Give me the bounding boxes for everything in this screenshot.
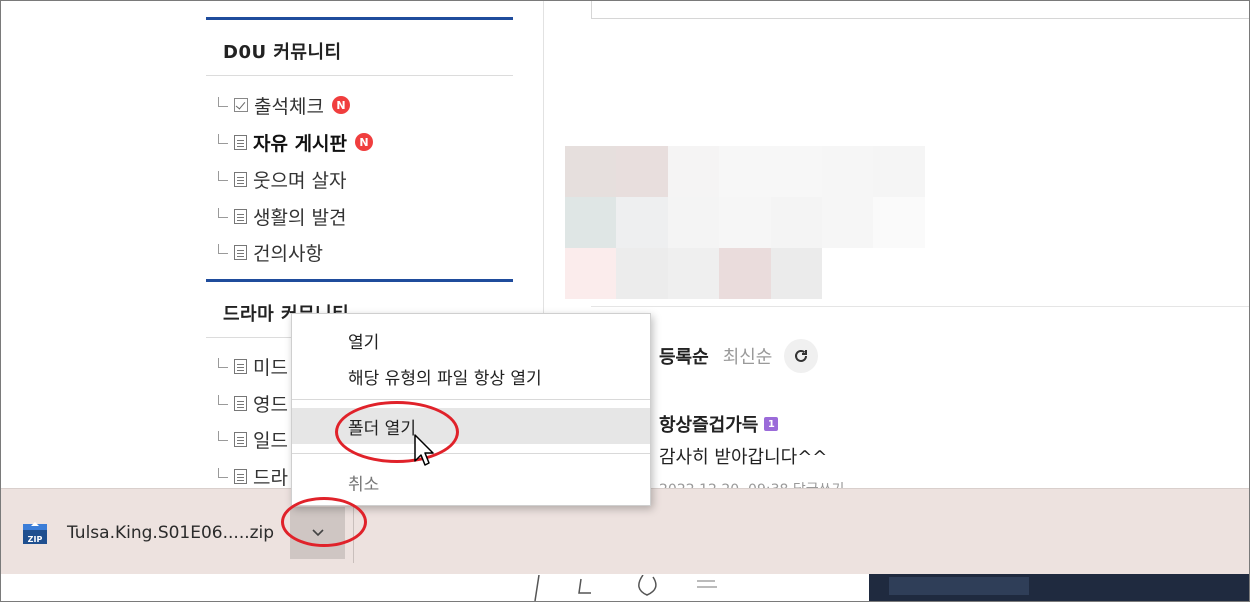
thumbnail-pixel-block [667, 197, 720, 248]
sidebar-item-us-drama[interactable]: 미드 [218, 353, 288, 379]
background-image-strip [1, 573, 1249, 601]
blurred-thumbnail [565, 146, 925, 299]
mouse-pointer-icon [414, 434, 434, 466]
menu-item-open[interactable]: 열기 [292, 322, 650, 358]
comment-author-name: 항상즐겁가득 [659, 415, 759, 436]
refresh-button[interactable] [784, 339, 819, 373]
sidebar-item-label: 웃으며 살자 [253, 169, 347, 192]
refresh-icon [795, 349, 808, 362]
thumbnail-pixel-block [616, 146, 668, 197]
sort-by-latest[interactable]: 최신순 [723, 343, 773, 369]
menu-separator [292, 399, 650, 400]
thumbnail-pixel-block [770, 248, 822, 299]
sidebar-item-label: 드라 [253, 466, 288, 489]
content-divider [591, 306, 1249, 307]
download-context-menu: 열기 해당 유형의 파일 항상 열기 폴더 열기 취소 [291, 313, 651, 506]
section-rule [206, 17, 513, 20]
sidebar-item-label: 미드 [253, 356, 288, 379]
thumbnail-pixel-block [873, 197, 925, 248]
menu-separator [292, 453, 650, 454]
dark-image-region [869, 573, 1249, 601]
sidebar-item-free-board[interactable]: 자유 게시판 N [218, 129, 374, 155]
menu-item-always-open-type[interactable]: 해당 유형의 파일 항상 열기 [292, 358, 650, 394]
sidebar-item-label: 생활의 발견 [253, 206, 347, 229]
tree-branch-icon [218, 171, 228, 181]
comment-sort-bar: 등록순 최신순 [659, 339, 819, 373]
comment-author[interactable]: 항상즐겁가득 1 [659, 411, 779, 437]
document-icon [234, 208, 247, 224]
menu-item-cancel[interactable]: 취소 [292, 464, 650, 500]
thumbnail-pixel-block [770, 197, 822, 248]
tree-branch-icon [218, 431, 228, 441]
tree-branch-icon [218, 134, 228, 144]
new-badge: N [331, 96, 350, 114]
thumbnail-pixel-block [770, 146, 822, 197]
tree-branch-icon [218, 208, 228, 218]
sidebar-item-label: 자유 게시판 [253, 132, 348, 155]
thumbnail-pixel-block [565, 248, 617, 299]
tree-branch-icon [218, 97, 228, 107]
thumbnail-pixel-block [719, 197, 771, 248]
comment-text: 감사히 받아갑니다^^ [659, 447, 828, 468]
sidebar-item-label: 건의사항 [253, 242, 323, 265]
checkbox-icon [234, 98, 248, 112]
tree-branch-icon [218, 468, 228, 478]
thumbnail-pixel-block [719, 146, 771, 197]
thumbnail-pixel-block [616, 248, 668, 299]
thumbnail-pixel-block [565, 197, 617, 248]
sidebar-item-label: 일드 [253, 429, 288, 452]
sidebar-item-label: 출석체크 [254, 95, 324, 118]
sidebar-item-jp-drama[interactable]: 일드 [218, 426, 288, 452]
download-filename[interactable]: Tulsa.King.S01E06.....zip [67, 523, 274, 543]
thumbnail-pixel-block [565, 146, 617, 197]
thumbnail-pixel-block [667, 146, 720, 197]
thumbnail-pixel-block [821, 197, 874, 248]
tree-branch-icon [218, 395, 228, 405]
level-badge: 1 [764, 417, 779, 431]
svg-text:ZIP: ZIP [28, 535, 43, 544]
thumbnail-pixel-block [719, 248, 771, 299]
document-icon [234, 358, 247, 374]
section-rule [206, 279, 513, 282]
thumbnail-pixel-block [821, 248, 874, 299]
document-icon [234, 468, 247, 484]
tree-branch-icon [218, 358, 228, 368]
sidebar-item-suggestions[interactable]: 건의사항 [218, 239, 323, 265]
thumbnail-pixel-block [821, 146, 874, 197]
document-icon [234, 244, 247, 260]
sidebar-item-drama[interactable]: 드라 [218, 463, 288, 489]
screenshot-frame: D0U 커뮤니티 출석체크 N 자유 게시판 N 웃으며 살자 생활의 발견 건… [0, 0, 1250, 602]
sidebar-item-laugh[interactable]: 웃으며 살자 [218, 166, 346, 192]
sort-by-registration[interactable]: 등록순 [659, 343, 709, 369]
thumbnail-pixel-block [873, 146, 925, 197]
sidebar-item-life-discovery[interactable]: 생활의 발견 [218, 203, 346, 229]
document-icon [234, 395, 247, 411]
document-icon [234, 134, 247, 150]
sidebar-item-label: 영드 [253, 393, 288, 416]
section-title-dou-community: D0U 커뮤니티 [223, 42, 342, 63]
post-card [591, 1, 1249, 19]
new-badge: N [355, 133, 374, 151]
sidebar-item-attendance[interactable]: 출석체크 N [218, 92, 350, 118]
annotation-circle-open-folder [335, 401, 459, 463]
thumbnail-pixel-block [873, 248, 925, 299]
sketch-image [534, 575, 717, 601]
zip-icon: ZIP [23, 522, 47, 544]
section-divider [206, 75, 513, 76]
annotation-circle-dropdown [281, 497, 367, 547]
document-icon [234, 431, 247, 447]
sidebar-item-uk-drama[interactable]: 영드 [218, 390, 288, 416]
thumbnail-pixel-block [667, 248, 720, 299]
thumbnail-pixel-block [616, 197, 668, 248]
document-icon [234, 171, 247, 187]
tree-branch-icon [218, 244, 228, 254]
